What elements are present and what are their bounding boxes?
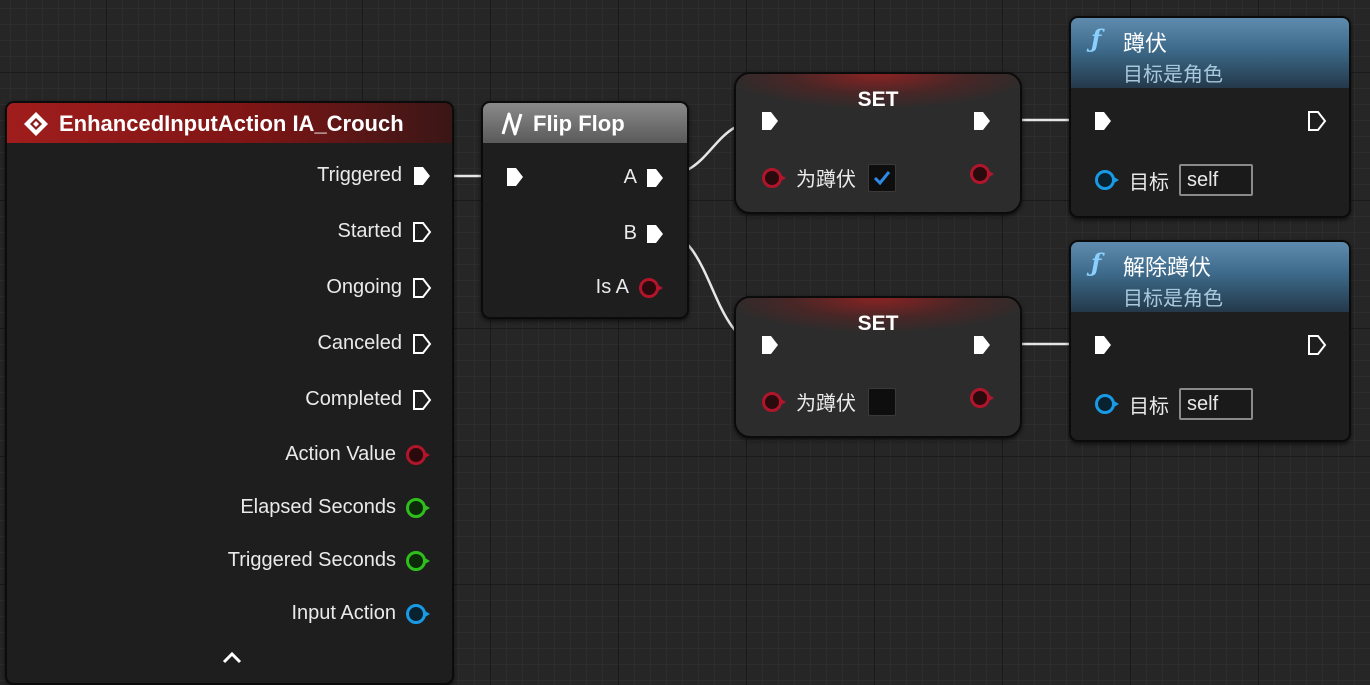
function-node-title: 蹲伏 (1123, 31, 1168, 56)
exec-pin-empty-icon[interactable] (1307, 110, 1327, 132)
checkmark-icon (873, 170, 891, 185)
flipflop-node-title: Flip Flop (533, 111, 625, 136)
target-label: 目标 (1129, 395, 1169, 418)
bool-pin-icon[interactable] (762, 167, 786, 188)
pin-label: Is A (595, 276, 629, 298)
bool-pin-icon[interactable] (970, 164, 994, 184)
function-target-row[interactable]: 目标 self (1095, 164, 1253, 196)
set-var-row[interactable]: 为蹲伏 (762, 387, 896, 416)
exec-pin-empty-icon[interactable] (412, 221, 432, 243)
event-node-header[interactable]: EnhancedInputAction IA_Crouch (7, 103, 452, 143)
event-node-title: EnhancedInputAction IA_Crouch (59, 111, 404, 136)
exec-pin-filled-icon[interactable] (645, 223, 665, 245)
flipflop-node[interactable]: Flip Flop A B Is A (481, 101, 689, 319)
pin-triggered[interactable]: Triggered (317, 164, 432, 187)
exec-pin-empty-icon[interactable] (412, 389, 432, 411)
crouch-checkbox-checked[interactable] (868, 163, 896, 192)
bool-pin-icon[interactable] (762, 391, 786, 412)
target-self-field[interactable]: self (1179, 164, 1253, 196)
pin-label: Elapsed Seconds (240, 496, 396, 518)
exec-pin-filled-icon[interactable] (760, 110, 780, 132)
function-icon: ƒ (1091, 248, 1102, 277)
function-node-uncrouch[interactable]: ƒ 解除蹲伏 目标是角色 目标 self (1069, 240, 1351, 442)
object-pin-icon[interactable] (1095, 394, 1119, 414)
set-exec-in[interactable] (760, 110, 780, 132)
function-node-crouch[interactable]: ƒ 蹲伏 目标是角色 目标 self (1069, 16, 1351, 218)
function-target-row[interactable]: 目标 self (1095, 388, 1253, 420)
function-exec-in[interactable] (1093, 334, 1113, 356)
pin-ongoing[interactable]: Ongoing (326, 276, 432, 299)
flipflop-icon (501, 112, 523, 136)
flipflop-pin-b[interactable]: B (624, 222, 665, 245)
crouch-checkbox-unchecked[interactable] (868, 387, 896, 416)
flipflop-node-header[interactable]: Flip Flop (483, 103, 687, 143)
set-node-title: SET (857, 88, 899, 111)
function-exec-out[interactable] (1307, 334, 1327, 356)
set-exec-out[interactable] (972, 334, 992, 356)
exec-pin-filled-icon[interactable] (505, 166, 525, 188)
pin-label: Ongoing (326, 276, 402, 298)
flipflop-pin-a[interactable]: A (624, 166, 665, 189)
target-label: 目标 (1129, 171, 1169, 194)
exec-pin-filled-icon[interactable] (645, 167, 665, 189)
set-node-crouch-true[interactable]: SET 为蹲伏 (734, 72, 1022, 214)
event-diamond-icon (24, 112, 48, 136)
flipflop-exec-in[interactable] (505, 166, 525, 188)
exec-pin-filled-icon[interactable] (1093, 110, 1113, 132)
exec-pin-empty-icon[interactable] (1307, 334, 1327, 356)
set-var-label: 为蹲伏 (796, 393, 856, 415)
set-node-crouch-false[interactable]: SET 为蹲伏 (734, 296, 1022, 438)
pin-triggered-seconds[interactable]: Triggered Seconds (227, 549, 430, 572)
exec-pin-empty-icon[interactable] (412, 333, 432, 355)
float-pin-icon[interactable] (406, 497, 430, 518)
pin-canceled[interactable]: Canceled (317, 332, 432, 355)
exec-pin-empty-icon[interactable] (412, 277, 432, 299)
set-exec-out[interactable] (972, 110, 992, 132)
pin-label: Input Action (291, 602, 396, 624)
exec-pin-filled-icon[interactable] (1093, 334, 1113, 356)
pin-label: Started (337, 220, 402, 242)
struct-pin-icon[interactable] (406, 444, 430, 465)
exec-pin-filled-icon[interactable] (760, 334, 780, 356)
set-var-label: 为蹲伏 (796, 169, 856, 191)
object-pin-icon[interactable] (406, 603, 430, 624)
function-node-header[interactable]: ƒ 解除蹲伏 目标是角色 (1071, 242, 1349, 312)
exec-pin-filled-icon[interactable] (412, 165, 432, 187)
pin-label: Action Value (285, 443, 396, 465)
pin-label: Completed (305, 388, 402, 410)
set-exec-in[interactable] (760, 334, 780, 356)
function-exec-in[interactable] (1093, 110, 1113, 132)
function-exec-out[interactable] (1307, 110, 1327, 132)
target-self-field[interactable]: self (1179, 388, 1253, 420)
flipflop-pin-is-a[interactable]: Is A (595, 276, 663, 299)
function-node-subtitle: 目标是角色 (1123, 288, 1223, 310)
pin-completed[interactable]: Completed (305, 388, 432, 411)
bool-pin-icon[interactable] (639, 277, 663, 298)
set-var-out[interactable] (970, 164, 994, 184)
exec-pin-filled-icon[interactable] (972, 110, 992, 132)
pin-label: Canceled (317, 332, 402, 354)
pin-label: Triggered Seconds (227, 549, 396, 571)
object-pin-icon[interactable] (1095, 170, 1119, 190)
exec-pin-filled-icon[interactable] (972, 334, 992, 356)
pin-label: A (623, 166, 637, 188)
pin-action-value[interactable]: Action Value (285, 443, 430, 466)
function-node-subtitle: 目标是角色 (1123, 64, 1223, 86)
float-pin-icon[interactable] (406, 550, 430, 571)
set-node-title: SET (857, 312, 899, 335)
pin-label: B (623, 222, 637, 244)
set-var-out[interactable] (970, 388, 994, 408)
pin-label: Triggered (317, 164, 402, 186)
pin-started[interactable]: Started (338, 220, 432, 243)
function-node-title: 解除蹲伏 (1123, 255, 1212, 280)
function-icon: ƒ (1091, 24, 1102, 53)
pin-input-action[interactable]: Input Action (291, 602, 430, 625)
set-var-row[interactable]: 为蹲伏 (762, 163, 896, 192)
chevron-up-icon[interactable] (221, 651, 243, 665)
pin-elapsed-seconds[interactable]: Elapsed Seconds (240, 496, 430, 519)
bool-pin-icon[interactable] (970, 388, 994, 408)
function-node-header[interactable]: ƒ 蹲伏 目标是角色 (1071, 18, 1349, 88)
event-node-ia-crouch[interactable]: EnhancedInputAction IA_Crouch Triggered … (5, 101, 454, 685)
